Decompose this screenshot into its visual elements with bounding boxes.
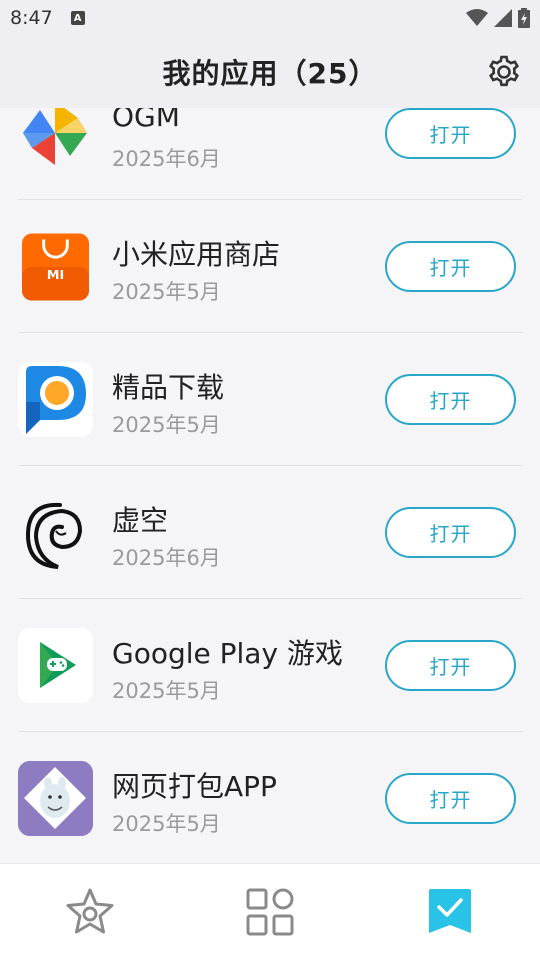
open-button[interactable]: 打开 — [385, 507, 516, 558]
list-item: OGM 2025年6月 打开 — [18, 108, 522, 200]
app-date: 2025年5月 — [112, 280, 221, 304]
star-icon — [66, 888, 114, 934]
page-title: 我的应用（25） — [162, 57, 378, 90]
pinwheel-icon — [18, 108, 93, 171]
moomin-icon — [18, 761, 93, 836]
list-item: 虚空 2025年6月 打开 — [18, 466, 522, 599]
swirl-icon — [18, 495, 93, 570]
open-button[interactable]: 打开 — [385, 374, 516, 425]
open-button[interactable]: 打开 — [385, 241, 516, 292]
app-date: 2025年5月 — [112, 413, 221, 437]
app-date: 2025年5月 — [112, 812, 221, 836]
signal-icon — [494, 9, 512, 27]
open-button[interactable]: 打开 — [385, 640, 516, 691]
list-item: MI 小米应用商店 2025年5月 打开 — [18, 200, 522, 333]
app-date: 2025年6月 — [112, 546, 221, 570]
battery-icon — [518, 8, 530, 28]
app-name: Google Play 游戏 — [112, 637, 343, 670]
app-list[interactable]: OGM 2025年6月 打开 MI 小米应用商店 2025年5月 打开 精品下载… — [0, 108, 540, 863]
gear-icon — [489, 55, 519, 87]
app-name: OGM — [112, 108, 180, 133]
notification-badge: A — [70, 11, 85, 25]
checkmark-bookmark-icon — [429, 889, 471, 933]
grid-icon — [246, 888, 294, 936]
settings-button[interactable] — [484, 52, 524, 92]
list-item: Google Play 游戏 2025年5月 打开 — [18, 599, 522, 732]
open-button[interactable]: 打开 — [385, 773, 516, 824]
app-date: 2025年6月 — [112, 147, 221, 171]
wifi-icon — [466, 9, 488, 26]
list-item: 精品下载 2025年5月 打开 — [18, 333, 522, 466]
app-name: 网页打包APP — [112, 770, 277, 803]
status-time: 8:47 — [10, 7, 53, 29]
p-logo-icon — [18, 362, 93, 437]
nav-tab-categories[interactable] — [240, 882, 300, 942]
list-item: 网页打包APP 2025年5月 打开 — [18, 732, 522, 863]
svg-text:MI: MI — [47, 267, 65, 282]
app-name: 虚空 — [112, 504, 169, 537]
open-button[interactable]: 打开 — [385, 108, 516, 159]
app-name: 精品下载 — [112, 371, 225, 404]
app-name: 小米应用商店 — [112, 238, 281, 271]
google-play-games-icon — [18, 628, 93, 703]
nav-tab-featured[interactable] — [60, 882, 120, 942]
mi-store-icon: MI — [18, 229, 93, 304]
nav-tab-my-apps[interactable] — [420, 882, 480, 942]
status-bar: 8:47 A — [0, 0, 540, 36]
app-header: 我的应用（25） — [0, 36, 540, 108]
bottom-nav — [0, 863, 540, 960]
app-date: 2025年5月 — [112, 679, 221, 703]
